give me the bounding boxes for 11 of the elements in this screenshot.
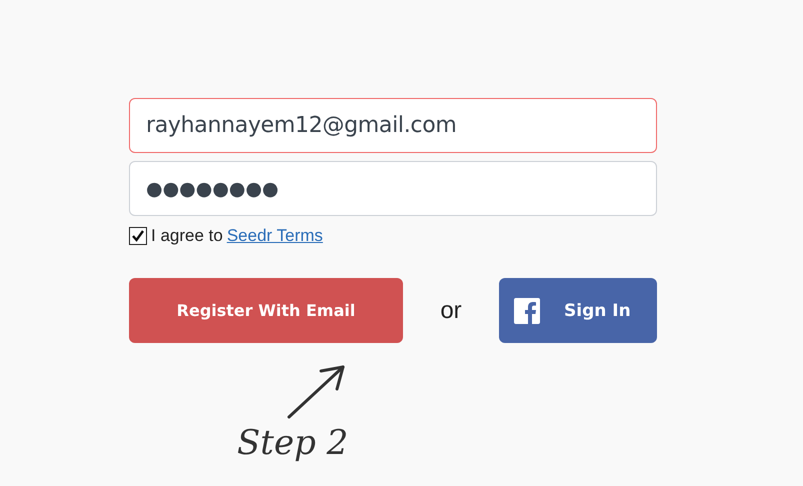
- password-field[interactable]: ●●●●●●●●: [129, 161, 657, 216]
- step-annotation: Step 2: [237, 423, 350, 463]
- agree-label: I agree to: [151, 226, 223, 246]
- facebook-sign-in-button[interactable]: Sign In: [499, 278, 657, 343]
- facebook-icon: [514, 298, 540, 324]
- register-button[interactable]: Register With Email: [129, 278, 403, 343]
- arrow-drawing: [285, 363, 347, 421]
- terms-link[interactable]: Seedr Terms: [226, 226, 323, 246]
- or-separator: or: [439, 296, 463, 324]
- agree-checkbox[interactable]: [129, 227, 147, 245]
- email-field[interactable]: rayhannayem12@gmail.com: [129, 98, 657, 153]
